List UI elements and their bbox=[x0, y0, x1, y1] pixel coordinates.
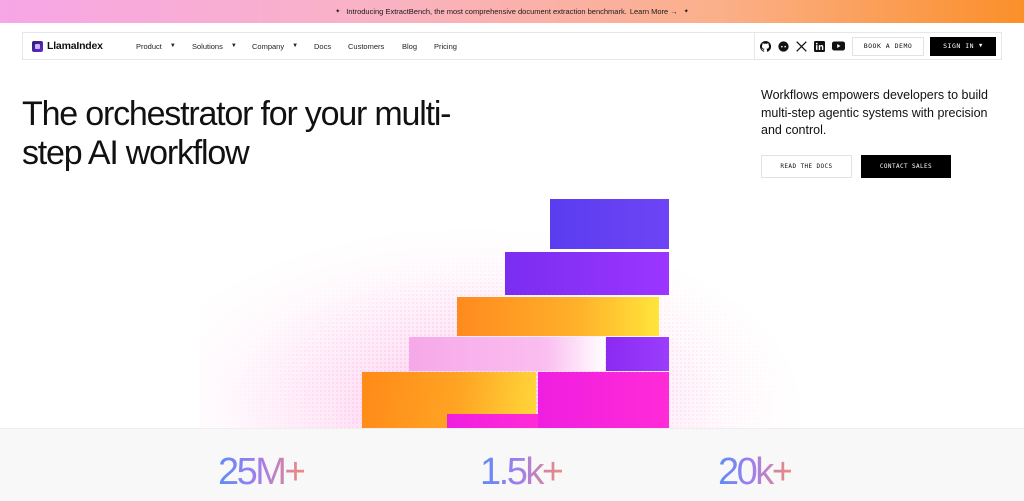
menu-label: Pricing bbox=[434, 41, 457, 51]
caret-down-icon: ▼ bbox=[979, 43, 983, 49]
menu-item-company[interactable]: Company ▼ bbox=[252, 42, 314, 51]
top-navigation: LlamaIndex Product ▼ Solutions ▼ Company ▼ … bbox=[22, 32, 1002, 60]
contact-sales-button[interactable]: CONTACT SALES bbox=[861, 155, 951, 178]
x-icon[interactable] bbox=[796, 40, 807, 52]
read-docs-button[interactable]: READ THE DOCS bbox=[761, 155, 852, 178]
menu-item-blog[interactable]: Blog bbox=[402, 42, 434, 51]
menu-label: Customers bbox=[348, 41, 385, 51]
stack-block bbox=[447, 414, 538, 428]
linkedin-icon[interactable] bbox=[814, 40, 825, 52]
sign-in-button[interactable]: SIGN IN ▼ bbox=[930, 36, 996, 56]
sparkle-icon: ✦ bbox=[335, 9, 341, 15]
logo[interactable]: LlamaIndex bbox=[32, 40, 128, 52]
social-links bbox=[754, 33, 852, 59]
menu-item-docs[interactable]: Docs bbox=[314, 42, 348, 51]
announcement-text: Introducing ExtractBench, the most compr… bbox=[346, 7, 627, 16]
youtube-icon[interactable] bbox=[832, 41, 845, 52]
menu-item-pricing[interactable]: Pricing bbox=[434, 42, 457, 51]
llama-logo-icon bbox=[32, 40, 43, 52]
menu-label: Solutions bbox=[192, 41, 223, 51]
main-menu: Product ▼ Solutions ▼ Company ▼ Docs Custom… bbox=[128, 42, 457, 51]
menu-label: Blog bbox=[402, 41, 418, 51]
menu-label: Product bbox=[136, 41, 162, 51]
stat-value: 25M+ bbox=[218, 451, 307, 493]
menu-label: Docs bbox=[314, 41, 332, 51]
stat-value: 20k+ bbox=[718, 451, 794, 493]
stack-block bbox=[538, 372, 669, 428]
stack-block bbox=[606, 337, 669, 371]
discord-icon[interactable] bbox=[778, 40, 789, 52]
github-icon[interactable] bbox=[760, 40, 771, 52]
caret-down-icon: ▼ bbox=[292, 43, 299, 49]
menu-item-customers[interactable]: Customers bbox=[348, 42, 402, 51]
stat-value: 1.5k+ bbox=[480, 451, 564, 493]
stack-block bbox=[550, 199, 669, 249]
caret-down-icon: ▼ bbox=[169, 43, 176, 49]
stack-block bbox=[409, 337, 605, 371]
nav-actions: BOOK A DEMO SIGN IN ▼ bbox=[754, 33, 1001, 59]
stack-block bbox=[505, 252, 669, 295]
stack-block bbox=[457, 297, 659, 336]
caret-down-icon: ▼ bbox=[230, 43, 237, 49]
hero-title: The orchestrator for your multi-step AI … bbox=[22, 95, 452, 172]
logo-text: LlamaIndex bbox=[47, 40, 103, 52]
menu-item-product[interactable]: Product ▼ bbox=[136, 42, 192, 51]
menu-label: Company bbox=[252, 41, 285, 51]
learn-more-link[interactable]: Learn More → bbox=[630, 7, 678, 16]
hero-description: Workflows empowers developers to build m… bbox=[761, 88, 988, 137]
book-demo-button[interactable]: BOOK A DEMO bbox=[852, 36, 924, 56]
announcement-bar[interactable]: ✦ Introducing ExtractBench, the most com… bbox=[0, 0, 1024, 23]
sparkle-icon: ✦ bbox=[683, 9, 689, 15]
menu-item-solutions[interactable]: Solutions ▼ bbox=[192, 42, 252, 51]
sign-in-label: SIGN IN bbox=[943, 42, 975, 50]
